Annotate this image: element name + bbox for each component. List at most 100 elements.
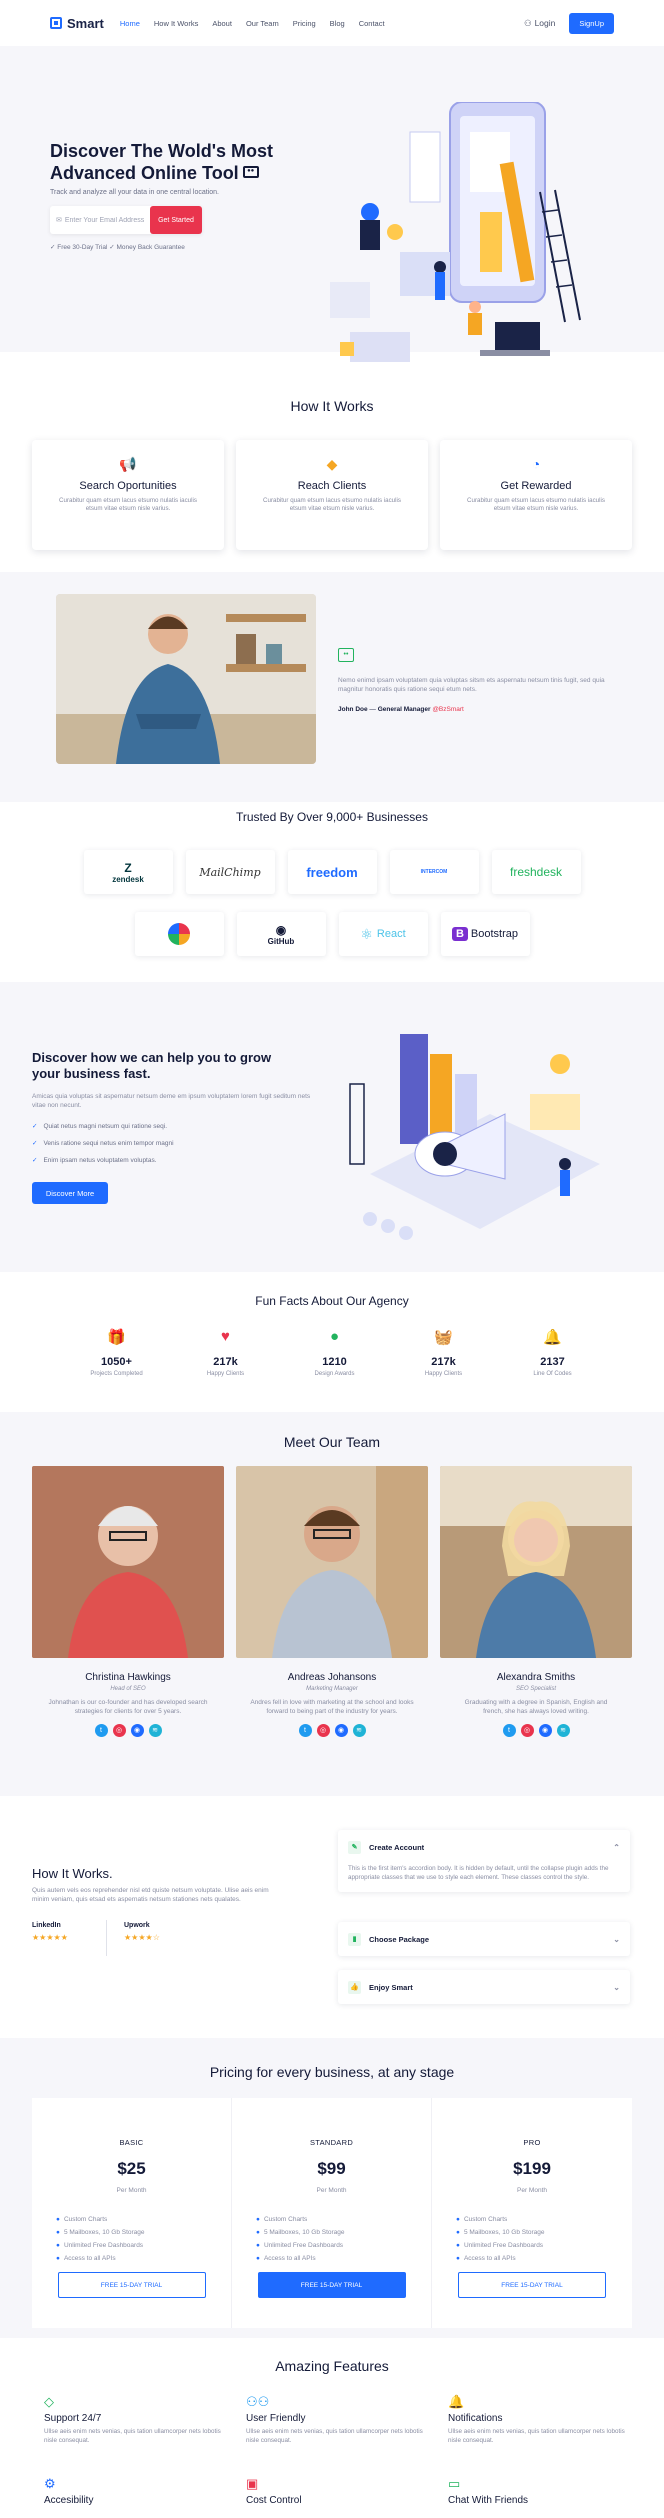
accordion-header[interactable]: 👍 Enjoy Smart ⌄	[338, 1970, 630, 2004]
check-circle-icon: ●	[456, 2229, 460, 2236]
wifi-icon[interactable]: ≋	[148, 1724, 162, 1737]
fact-item: 🎁 1050+ Projects Completed	[62, 1328, 171, 1377]
fact-label: Happy Clients	[424, 1371, 463, 1377]
nav-item-about[interactable]: About	[212, 19, 232, 28]
brand-logo[interactable]: Smart	[50, 16, 104, 31]
nav-item-home[interactable]: Home	[120, 19, 140, 28]
how-it-works-title: How It Works	[290, 398, 374, 414]
check-circle-icon: ●	[56, 2229, 60, 2236]
bell-icon: 🔔	[543, 1329, 562, 1346]
member-role: SEO Specialist	[515, 1686, 557, 1692]
user-icon: ⚇	[523, 17, 532, 28]
plan-period: Per Month	[116, 2187, 147, 2194]
trusted-logos-row-2: ◉ GitHub ⚛ React B Bootstrap	[0, 912, 664, 956]
plan-features: ● Custom Charts ● 5 Mailboxes, 10 Gb Stora…	[256, 2216, 431, 2262]
twitter-icon[interactable]: t	[502, 1724, 516, 1737]
team-members: Christina Hawkings Head of SEO Johnathan…	[32, 1466, 632, 1737]
testimonial-text: Nemo enimd ipsam voluptatem quia volupta…	[338, 677, 605, 693]
mail-icon: ✉	[56, 217, 62, 224]
megaphone-icon: 📢	[119, 456, 137, 472]
dribbble-icon[interactable]: ◎	[316, 1724, 330, 1737]
plan-name: STANDARD	[309, 2138, 354, 2147]
feature-title: Notifications	[448, 2413, 503, 2424]
plan-feature: ● Custom Charts	[256, 2216, 308, 2223]
fact-item: 🔔 2137 Line Of Codes	[498, 1328, 607, 1377]
team-member: Andreas Johansons Marketing Manager Andr…	[236, 1466, 428, 1737]
card-get-rewarded: ◔ Get Rewarded Curabitur quam etsum lacu…	[440, 440, 632, 550]
pricing-title: Pricing for every business, at any stage	[209, 2064, 455, 2080]
card-title: Get Rewarded	[500, 480, 572, 492]
pie-logo	[134, 912, 224, 956]
rating-linkedin: LinkedIn ★★★★★	[32, 1922, 68, 1942]
feature-title: Chat With Friends	[448, 2495, 529, 2506]
chevron-down-icon: ⌄	[613, 1934, 620, 1944]
free-trial-button[interactable]: FREE 15-DAY TRIAL	[257, 2272, 406, 2298]
plan-feature: ● 5 Mailboxes, 10 Gb Storage	[456, 2229, 545, 2236]
wifi-icon[interactable]: ≋	[352, 1724, 366, 1737]
accordion-item-create-account[interactable]: ✎ Create Account ⌃ This is the first ite…	[338, 1830, 630, 1892]
check-circle-icon: ●	[56, 2255, 60, 2262]
accordion-header[interactable]: ▮ Choose Package ⌄	[338, 1922, 630, 1956]
login-label: Login	[534, 18, 556, 28]
nav-item-how-it-works[interactable]: How It Works	[154, 19, 198, 28]
plan-period: Per Month	[517, 2187, 547, 2194]
wallet-icon: ▣	[246, 2476, 259, 2491]
fact-item: ● 1210 Design Awards	[280, 1328, 389, 1377]
wifi-icon[interactable]: ≋	[556, 1724, 570, 1737]
fact-value: 217k	[213, 1356, 238, 1368]
accordion-item-choose-package[interactable]: ▮ Choose Package ⌄	[338, 1922, 630, 1956]
member-socials: t ◎ ◉ ≋	[32, 1724, 224, 1737]
zendesk-logo: Zzendesk	[83, 850, 173, 894]
discover-more-button[interactable]: Discover More	[32, 1182, 108, 1204]
free-trial-button[interactable]: FREE 15-DAY TRIAL	[458, 2272, 606, 2298]
plan-feature: ● Custom Charts	[456, 2216, 508, 2223]
check-circle-icon: ●	[256, 2242, 260, 2249]
nav-item-contact[interactable]: Contact	[359, 19, 385, 28]
team-section: Meet Our Team Christina Hawkings Head of…	[0, 1412, 664, 1796]
login-link[interactable]: ⚇ Login	[524, 18, 555, 29]
pricing-plans: BASIC $25 Per Month ● Custom Charts ● 5 Ma…	[32, 2098, 632, 2328]
hero-title: Discover The Wold's Most Advanced Online…	[50, 141, 273, 183]
fact-value: 1210	[322, 1356, 347, 1368]
member-bio: Johnathan is our co-founder and has deve…	[48, 1699, 208, 1715]
card-title: Search Oportunities	[79, 480, 177, 492]
github-icon[interactable]: ◉	[334, 1724, 348, 1737]
twitter-icon[interactable]: t	[298, 1724, 312, 1737]
hero-subtitle: Track and analyze all your data in one c…	[50, 189, 220, 196]
email-input[interactable]: Enter Your Email Address	[65, 217, 150, 224]
check-icon: ✓	[32, 1157, 38, 1164]
plan-features: ● Custom Charts ● 5 Mailboxes, 10 Gb Stora…	[456, 2216, 632, 2262]
dribbble-icon[interactable]: ◎	[112, 1724, 126, 1737]
signup-button[interactable]: SignUp	[569, 12, 614, 34]
grow-description: Amicas quia voluptas sit aspernatur nets…	[32, 1093, 311, 1109]
accordion-item-enjoy-smart[interactable]: 👍 Enjoy Smart ⌄	[338, 1970, 630, 2004]
github-icon[interactable]: ◉	[130, 1724, 144, 1737]
nav-item-our-team[interactable]: Our Team	[246, 19, 279, 28]
plan-pro: PRO $199 Per Month ● Custom Charts ● 5 Mai…	[432, 2098, 632, 2328]
get-started-button[interactable]: Get Started	[150, 206, 202, 234]
github-icon[interactable]: ◉	[538, 1724, 552, 1737]
nav-item-blog[interactable]: Blog	[330, 19, 345, 28]
fact-label: Projects Completed	[90, 1371, 143, 1377]
facts-row: 🎁 1050+ Projects Completed ♥ 217k Happy …	[62, 1328, 607, 1377]
feature-item: ⚙ Accesibility	[44, 2476, 224, 2506]
dribbble-icon[interactable]: ◎	[520, 1724, 534, 1737]
feature-text: Ullse aeis enim nets venias, quis tation…	[44, 2428, 221, 2444]
diamond-icon: ◆	[326, 456, 338, 472]
feature-text: Ullse aeis enim nets venias, quis tation…	[448, 2428, 625, 2444]
how-works-title: How It Works.	[32, 1866, 113, 1881]
accordion-header[interactable]: ✎ Create Account ⌃	[338, 1830, 630, 1864]
twitter-icon[interactable]: t	[94, 1724, 108, 1737]
plan-name: BASIC	[119, 2138, 144, 2147]
chat-icon: ●●	[242, 166, 259, 179]
fact-item: ♥ 217k Happy Clients	[171, 1328, 280, 1377]
stars-icon: ★★★★★	[32, 1933, 68, 1942]
feature-title: Cost Control	[246, 2495, 302, 2506]
free-trial-button[interactable]: FREE 15-DAY TRIAL	[57, 2272, 206, 2298]
card-text: Curabitur quam etsum lacus etsumo nulati…	[263, 497, 401, 512]
member-name: Alexandra Smiths	[496, 1672, 576, 1683]
heart-icon: ♥	[221, 1328, 230, 1345]
nav-item-pricing[interactable]: Pricing	[293, 19, 316, 28]
check-icon: ✓	[32, 1123, 38, 1130]
member-photo	[236, 1466, 428, 1658]
